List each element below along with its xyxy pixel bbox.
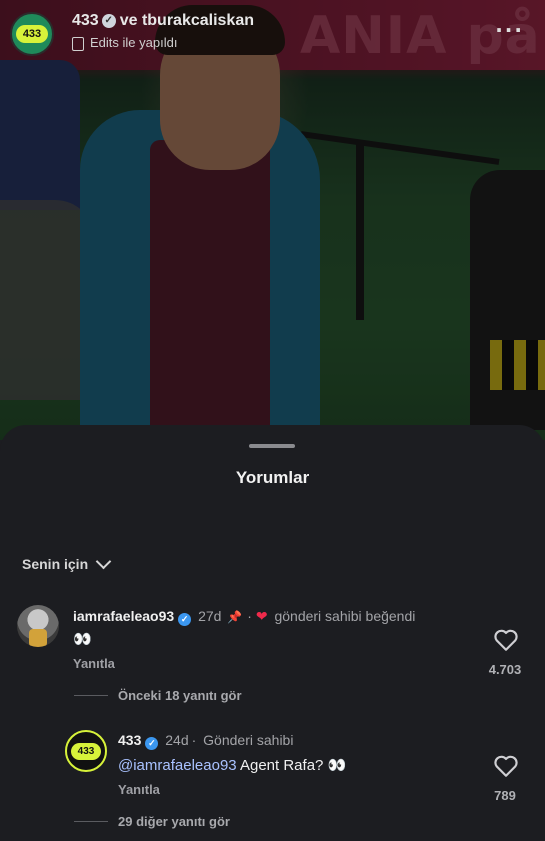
like-count: 789 [494,788,516,803]
comment-username[interactable]: iamrafaeleao93 [73,608,174,624]
verified-icon: ✓ [145,737,159,750]
heart-icon: ❤ [255,608,268,624]
reel-header: 433 433 ✓ ve tburakcaliskan Edits ile yapı… [10,8,530,58]
account-avatar[interactable]: 433 [10,12,54,56]
sort-label: Senin için [22,556,89,572]
reply-text: @iamrafaeleao93 Agent Rafa? 👀 [118,756,346,774]
drag-handle[interactable] [249,444,295,448]
video-dim-overlay [0,0,545,440]
sort-dropdown[interactable]: Senin için [22,553,112,572]
reply-username[interactable]: 433 [118,732,141,748]
divider-line [74,695,108,696]
edits-icon [72,36,84,51]
comments-sheet: Yorumlar Senin için iamrafaeleao93 ✓ 27d … [0,425,545,841]
separator-dot: · [247,608,252,624]
like-count: 4.703 [488,662,522,677]
brand-logo: 433 [16,25,48,43]
view-previous-label: Önceki 18 yanıtı gör [118,688,242,703]
header-account: 433 [72,12,99,29]
verified-icon: ✓ [101,13,116,28]
header-username[interactable]: 433 ✓ ve tburakcaliskan [72,12,254,30]
comment-age: 27d [198,608,222,624]
more-options-icon[interactable]: ··· [495,18,524,42]
chevron-down-icon [95,553,112,570]
edits-label: Edits ile yapıldı [90,35,178,50]
sheet-title: Yorumlar [235,468,310,487]
owner-liked-label: gönderi sahibi beğendi [274,608,416,624]
comment-header: iamrafaeleao93 ✓ 27d 📌 · ❤ gönderi sahibi … [73,608,415,626]
view-more-replies[interactable]: 29 diğer yanıtı gör [74,814,230,829]
header-subtitle: Edits ile yapıldı [72,35,177,51]
reply-button[interactable]: Yanıtla [73,656,115,671]
mention-link[interactable]: @iamrafaeleao93 [118,757,237,774]
like-heart-icon[interactable] [493,628,519,652]
reply-header: 433 ✓ 24d · Gönderi sahibi [118,732,293,750]
view-more-label: 29 diğer yanıtı gör [118,814,230,829]
verified-icon: ✓ [178,613,192,626]
reply-avatar[interactable]: 433 [65,730,107,772]
header-collaborator: ve tburakcaliskan [119,12,254,29]
video-player[interactable]: ANIA på U 433 433✓ve tburakcaliskan Edit… [0,0,545,440]
view-previous-replies[interactable]: Önceki 18 yanıtı gör [74,688,242,703]
commenter-avatar[interactable] [17,605,59,647]
reply-body: Agent Rafa? 👀 [239,757,347,774]
post-owner-label: Gönderi sahibi [203,732,294,748]
like-heart-icon[interactable] [493,754,519,778]
reply-button[interactable]: Yanıtla [118,782,160,797]
comment-text: 👀 [73,630,92,648]
separator-dot: · [191,732,197,748]
reply-age: 24d [165,732,189,748]
pin-icon: 📌 [227,610,243,624]
brand-logo: 433 [71,742,101,760]
divider-line [74,821,108,822]
